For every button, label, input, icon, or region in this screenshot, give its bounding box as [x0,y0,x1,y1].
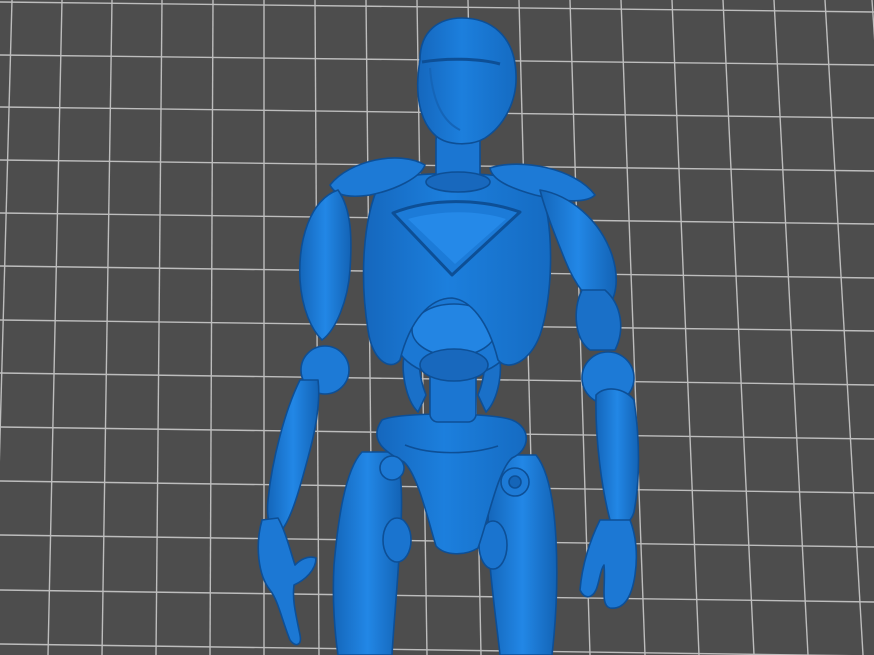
3d-viewport[interactable] [0,0,874,655]
scene-canvas[interactable] [0,0,874,655]
